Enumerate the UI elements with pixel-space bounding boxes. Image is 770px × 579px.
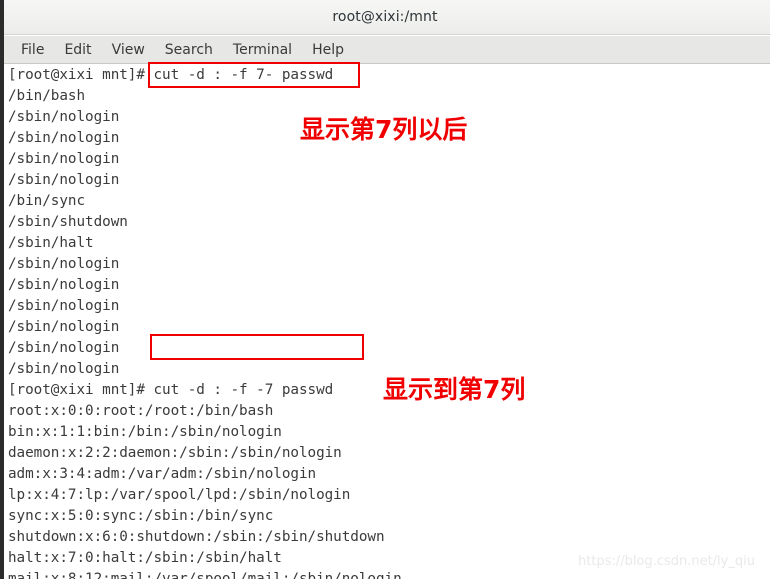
terminal-line: adm:x:3:4:adm:/var/adm:/sbin/nologin [8,466,317,482]
annotation-label-from-column-7: 显示第7列以后 [300,115,468,144]
watermark-url: https://blog.csdn.net/ly_qiu [578,554,755,569]
menu-item-edit[interactable]: Edit [55,40,100,60]
menu-item-search[interactable]: Search [156,40,222,60]
terminal-line: bin:x:1:1:bin:/bin:/sbin/nologin [8,424,282,440]
terminal-line: /sbin/nologin [8,298,120,314]
terminal-line: /sbin/nologin [8,256,120,272]
menu-item-help[interactable]: Help [303,40,353,60]
menu-bar: File Edit View Search Terminal Help [0,36,770,64]
terminal-line: [root@xixi mnt]# cut -d : -f 7- passwd [8,67,334,83]
menu-item-terminal[interactable]: Terminal [224,40,301,60]
title-bar[interactable]: root@xixi:/mnt [0,0,770,35]
window-title: root@xixi:/mnt [332,9,438,25]
terminal-line: /sbin/nologin [8,151,120,167]
terminal-line: mail:x:8:12:mail:/var/spool/mail:/sbin/n… [8,571,402,579]
terminal-line: daemon:x:2:2:daemon:/sbin:/sbin/nologin [8,445,342,461]
menu-item-view[interactable]: View [103,40,154,60]
terminal-window: root@xixi:/mnt File Edit View Search Ter… [0,0,770,579]
terminal-line: /bin/bash [8,88,86,104]
terminal-line: /sbin/halt [8,235,94,251]
annotation-label-up-to-column-7: 显示到第7列 [383,375,526,404]
terminal-line: /sbin/nologin [8,277,120,293]
terminal-line: /bin/sync [8,193,86,209]
terminal-line: /sbin/nologin [8,340,120,356]
window-frame-left-edge [0,0,4,579]
terminal-line: /sbin/nologin [8,319,120,335]
terminal-line: /sbin/shutdown [8,214,128,230]
terminal-line: /sbin/nologin [8,172,120,188]
menu-item-file[interactable]: File [12,40,53,60]
terminal-line: lp:x:4:7:lp:/var/spool/lpd:/sbin/nologin [8,487,351,503]
terminal-line: shutdown:x:6:0:shutdown:/sbin:/sbin/shut… [8,529,385,545]
terminal-line: sync:x:5:0:sync:/sbin:/bin/sync [8,508,274,524]
